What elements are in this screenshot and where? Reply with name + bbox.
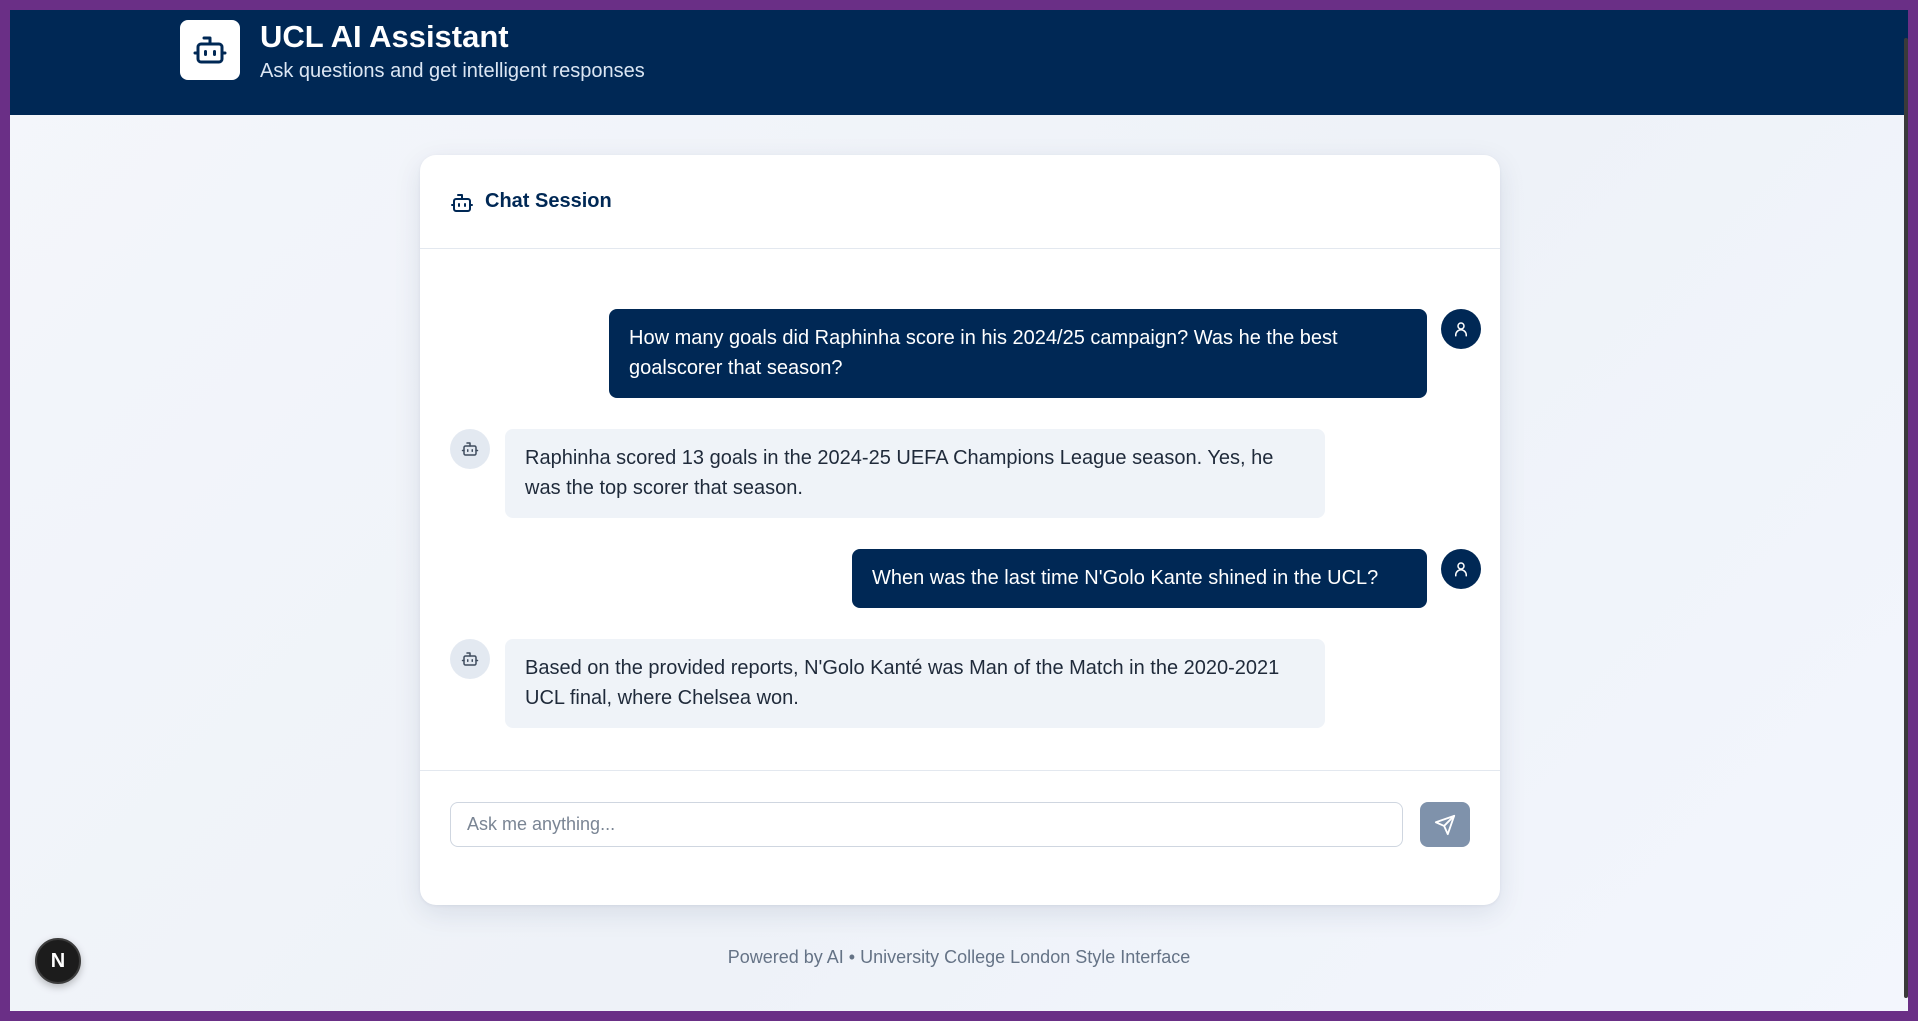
app-title: UCL AI Assistant — [260, 19, 509, 54]
chat-card: Chat Session How many goals did Raphinha… — [420, 155, 1500, 905]
chat-session-title: Chat Session — [485, 190, 612, 212]
user-avatar — [1441, 549, 1481, 589]
assistant-avatar — [450, 429, 490, 469]
robot-icon — [461, 652, 479, 666]
app-header: UCL AI Assistant Ask questions and get i… — [10, 10, 1908, 115]
dev-tools-badge[interactable]: N — [35, 938, 81, 984]
send-button[interactable] — [1420, 802, 1470, 847]
app-subtitle: Ask questions and get intelligent respon… — [260, 60, 645, 82]
app-logo — [180, 20, 240, 80]
user-avatar — [1441, 309, 1481, 349]
assistant-message: Raphinha scored 13 goals in the 2024-25 … — [505, 429, 1325, 518]
user-message: When was the last time N'Golo Kante shin… — [852, 549, 1427, 608]
app-window: UCL AI Assistant Ask questions and get i… — [10, 10, 1908, 1011]
robot-icon — [461, 442, 479, 456]
chat-input[interactable] — [450, 802, 1403, 847]
chat-card-header: Chat Session — [420, 155, 1500, 249]
page-scrollbar[interactable] — [1904, 38, 1908, 998]
robot-icon — [451, 194, 473, 212]
send-icon — [1434, 814, 1456, 835]
user-message: How many goals did Raphinha score in his… — [609, 309, 1427, 398]
assistant-avatar — [450, 639, 490, 679]
user-icon — [1455, 562, 1467, 577]
footer-text: Powered by AI • University College Londo… — [727, 947, 1191, 967]
chat-input-bar — [420, 770, 1500, 905]
robot-icon — [193, 36, 227, 64]
assistant-message: Based on the provided reports, N'Golo Ka… — [505, 639, 1325, 728]
user-icon — [1455, 322, 1467, 337]
message-list: How many goals did Raphinha score in his… — [420, 250, 1500, 765]
